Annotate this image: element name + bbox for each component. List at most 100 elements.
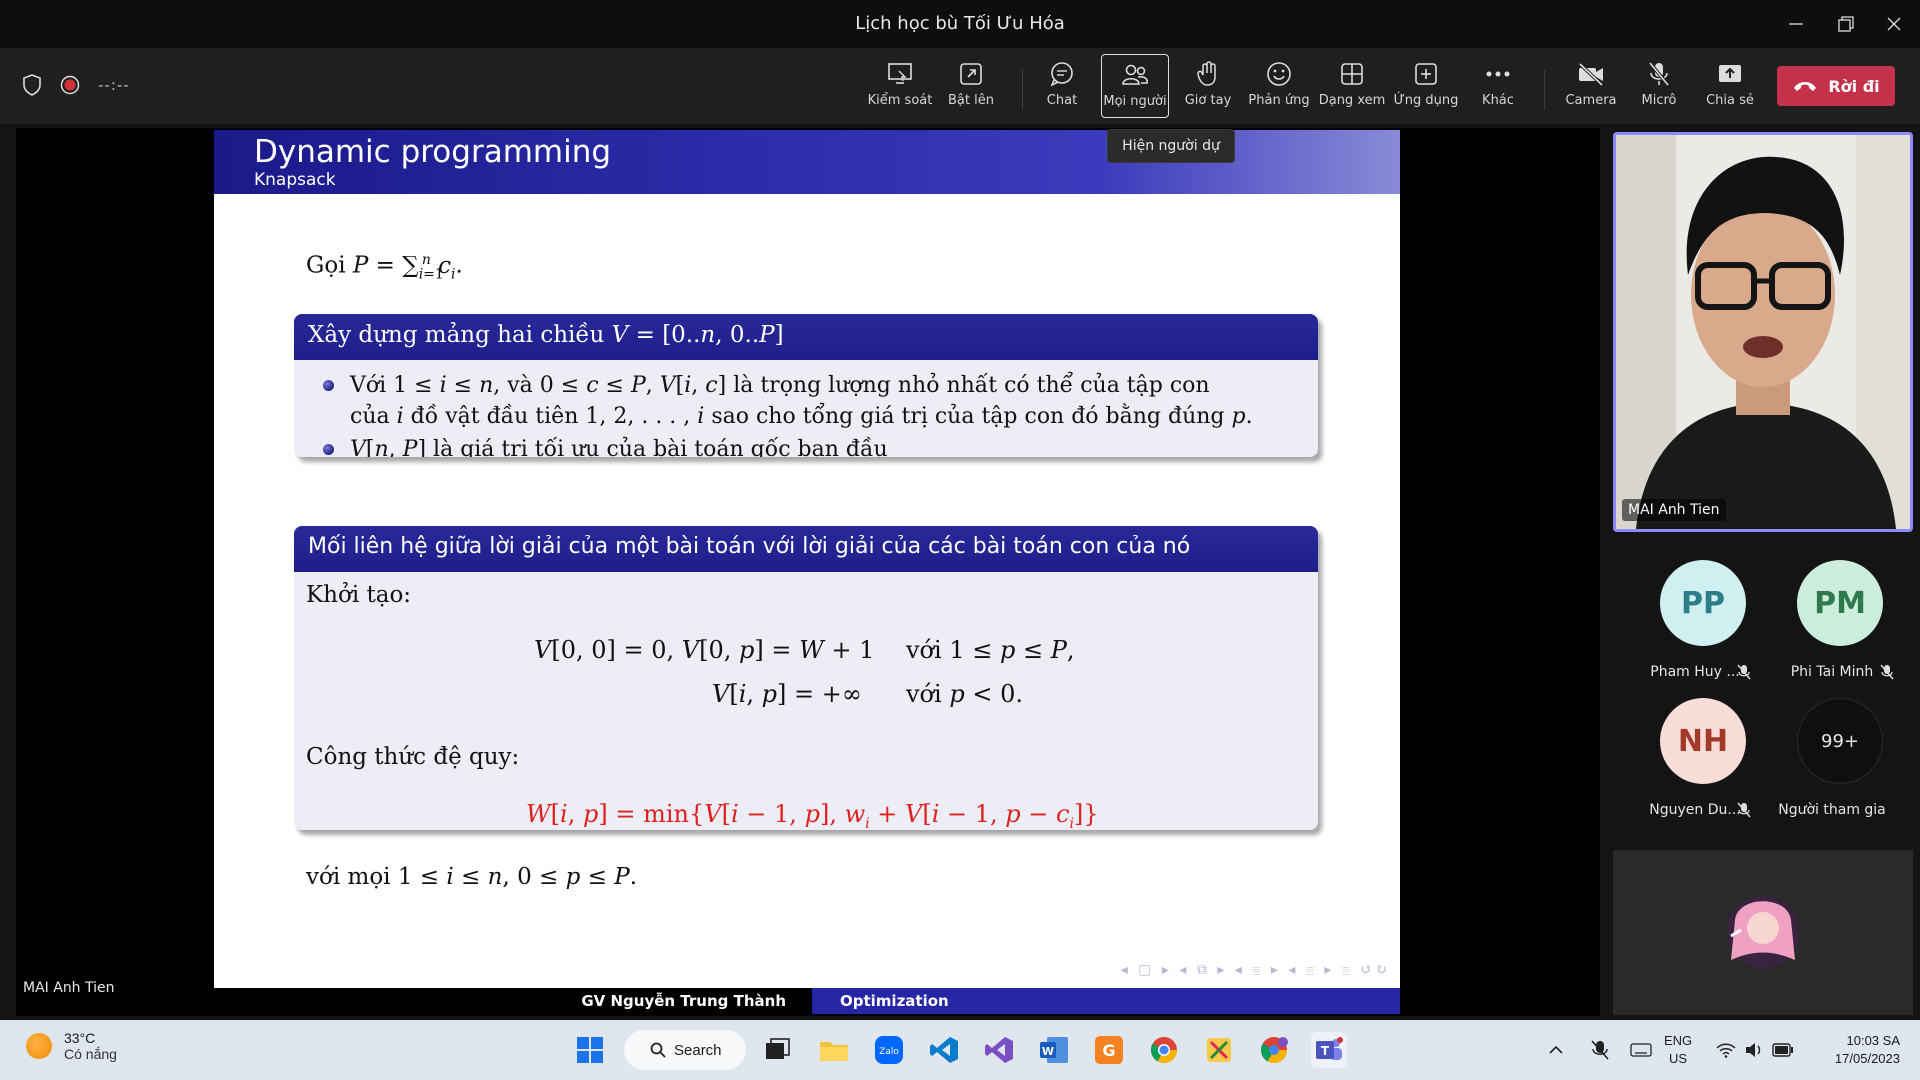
overflow-count: 99+ (1797, 698, 1883, 784)
leave-label: Rời đi (1828, 76, 1880, 96)
recording-icon (60, 75, 80, 95)
toolbar-button-chat[interactable]: Chat (1034, 54, 1090, 118)
windows-taskbar: 33°C Có nắng Search Zalo W G T ENG US 10… (0, 1020, 1920, 1080)
toolbar-label: Camera (1565, 93, 1617, 108)
slide-footer: GV Nguyễn Trung Thành Optimization (214, 988, 1400, 1014)
minimize-icon (1789, 23, 1803, 25)
mic-muted-tray-icon[interactable] (1590, 1039, 1610, 1061)
final-word: với mọi (306, 864, 391, 890)
people-tooltip: Hiện người dự (1107, 129, 1235, 163)
snipping-tool-icon[interactable] (1201, 1032, 1237, 1068)
svg-text:T: T (1321, 1044, 1330, 1058)
minimize-button[interactable] (1772, 8, 1820, 40)
recurrence-block: Mối liên hệ giữa lời giải của một bài to… (294, 526, 1318, 830)
toolbar-button-apps[interactable]: Ứng dụng (1392, 54, 1460, 118)
presenter-name-tag: MAI Anh Tien (23, 980, 115, 996)
search-icon (650, 1042, 666, 1058)
taskbar-search[interactable]: Search (624, 1030, 746, 1070)
toolbar-label: Dạng xem (1318, 93, 1386, 108)
toolbar-label: Kiểm soát (867, 93, 933, 108)
weather-widget[interactable]: 33°C Có nắng (26, 1030, 117, 1062)
battery-icon[interactable] (1772, 1043, 1794, 1057)
share-icon (1716, 60, 1744, 88)
pop-out-icon (957, 60, 985, 88)
task-view-icon[interactable] (760, 1032, 796, 1068)
toolbar-label: Bật lên (948, 93, 994, 108)
zalo-icon[interactable]: Zalo (871, 1032, 907, 1068)
avatar: PM (1797, 560, 1883, 646)
chevron-up-icon[interactable] (1548, 1042, 1564, 1058)
participant-tile[interactable]: PM Phi Tai Minh (1762, 560, 1902, 690)
toolbar-button-raise-hand[interactable]: Giơ tay (1180, 54, 1236, 118)
teams-icon[interactable]: T (1311, 1032, 1347, 1068)
intro-word: Gọi (306, 252, 346, 279)
recurrence-block-header: Mối liên hệ giữa lời giải của một bài to… (294, 526, 1318, 572)
foxit-icon[interactable]: G (1091, 1032, 1127, 1068)
system-clock[interactable]: 10:03 SA 17/05/2023 (1812, 1032, 1900, 1068)
toolbar-label: Ứng dụng (1393, 93, 1459, 108)
with-word: với (906, 680, 942, 708)
visual-studio-icon[interactable] (981, 1032, 1017, 1068)
file-explorer-icon[interactable] (816, 1032, 852, 1068)
svg-text:W: W (1042, 1045, 1054, 1058)
chrome-profile-icon[interactable] (1256, 1032, 1292, 1068)
clock-date: 17/05/2023 (1834, 1051, 1900, 1066)
bullet-text: là giá trị tối ưu của bài toán gốc ban đ… (433, 437, 888, 457)
sun-icon (26, 1033, 52, 1059)
init-formula-2: V[i, p] = +∞ (712, 680, 862, 708)
toolbar-button-people[interactable]: Mọi người (1101, 54, 1169, 118)
wifi-icon[interactable] (1716, 1042, 1736, 1058)
participant-tile[interactable]: NH Nguyen Du... (1625, 698, 1765, 828)
block-header-text: Xây dựng mảng hai chiều (308, 322, 605, 348)
toolbar-divider (1544, 70, 1545, 110)
windows-start-icon[interactable] (572, 1032, 608, 1068)
language-code: ENG (1664, 1033, 1693, 1048)
weather-desc: Có nắng (64, 1046, 117, 1062)
definition-block-header: Xây dựng mảng hai chiều V = [0..n, 0..P] (294, 314, 1318, 360)
bullet-dot (323, 380, 334, 391)
participant-tile[interactable]: PP Pham Huy ... (1625, 560, 1765, 690)
window-title: Lịch học bù Tối Ưu Hóa (855, 13, 1065, 34)
keyboard-icon[interactable] (1630, 1042, 1652, 1058)
chrome-icon[interactable] (1146, 1032, 1182, 1068)
toolbar-button-more[interactable]: Khác (1470, 54, 1526, 118)
self-view-tile[interactable] (1613, 850, 1913, 1015)
maximize-button[interactable] (1822, 8, 1870, 40)
mic-off-icon (1645, 60, 1673, 88)
input-language[interactable]: ENG US (1664, 1032, 1692, 1068)
bullet-text: đồ vật đầu tiên (410, 404, 579, 429)
init-label: Khởi tạo: (306, 582, 412, 608)
participant-name: Người tham gia (1778, 802, 1886, 818)
toolbar-label: Giơ tay (1184, 93, 1232, 108)
recurrence-label: Công thức đệ quy: (306, 744, 520, 770)
toolbar-button-control[interactable]: Kiểm soát (866, 54, 934, 118)
clock-time: 10:03 SA (1846, 1033, 1901, 1048)
toolbar-button-mic[interactable]: Micrô (1632, 54, 1686, 118)
avatar: PP (1660, 560, 1746, 646)
slide-subtitle: Knapsack (254, 170, 336, 190)
restore-icon (1838, 16, 1854, 32)
toolbar-button-share[interactable]: Chia sẻ (1700, 54, 1760, 118)
toolbar-button-camera[interactable]: Camera (1560, 54, 1622, 118)
leave-button[interactable]: Rời đi (1777, 66, 1895, 106)
vscode-icon[interactable] (926, 1032, 962, 1068)
participants-overflow-tile[interactable]: 99+ Người tham gia (1762, 698, 1902, 828)
recurrence-formula: W[i, p] = min{V[i − 1, p], wi + V[i − 1,… (526, 800, 1099, 830)
init-condition-1: với 1 ≤ p ≤ P, (906, 636, 1075, 664)
beamer-navigation-symbols[interactable]: ◂ ▢ ▸ ◂ ⧉ ▸ ◂ ≣ ▸ ◂ ≣ ▸ ≣ ↺↻ (1121, 962, 1390, 978)
toolbar-button-pop-out[interactable]: Bật lên (940, 54, 1002, 118)
bullet-dot (323, 444, 334, 455)
shield-icon[interactable] (22, 74, 42, 96)
volume-icon[interactable] (1744, 1042, 1764, 1058)
toolbar-button-reactions[interactable]: Phản ứng (1246, 54, 1312, 118)
presenter-video-tile[interactable]: MAI Anh Tien (1613, 132, 1913, 532)
definition-block: Xây dựng mảng hai chiều V = [0..n, 0..P]… (294, 314, 1318, 457)
window-title-bar: Lịch học bù Tối Ưu Hóa (0, 0, 1920, 48)
view-grid-icon (1338, 60, 1366, 88)
close-button[interactable] (1870, 8, 1918, 40)
avatar: NH (1660, 698, 1746, 784)
toolbar-button-view[interactable]: Dạng xem (1318, 54, 1386, 118)
screen-control-icon (886, 60, 914, 88)
word-icon[interactable]: W (1036, 1032, 1072, 1068)
toolbar-divider (1022, 70, 1023, 110)
